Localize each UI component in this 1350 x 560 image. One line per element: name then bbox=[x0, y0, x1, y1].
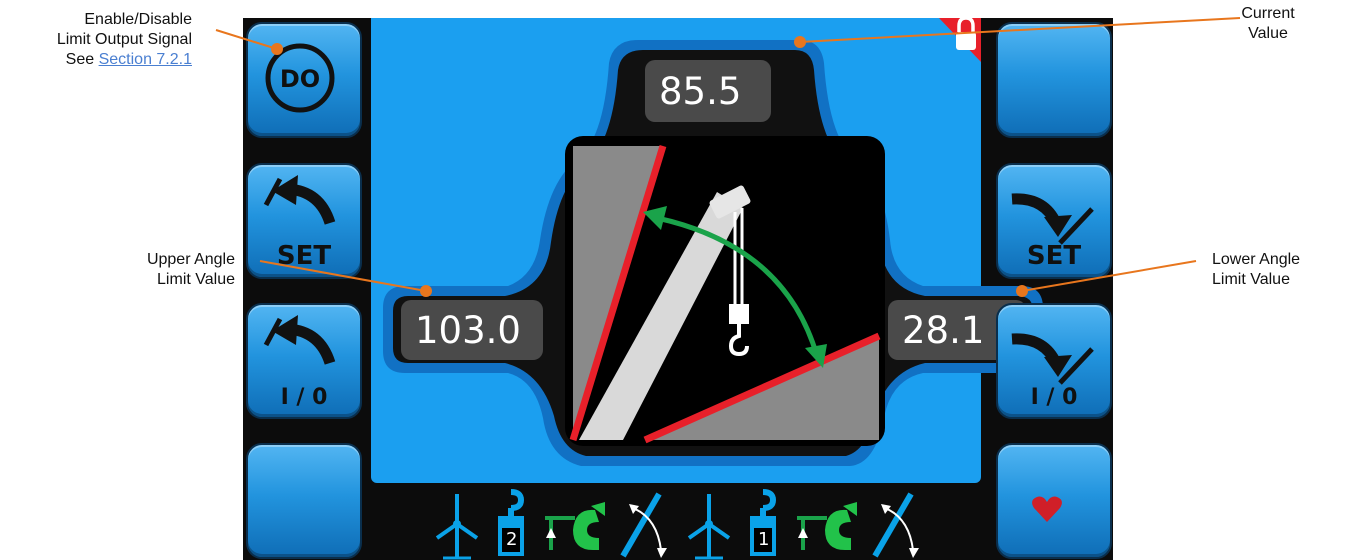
set-lower-label: SET bbox=[1026, 241, 1082, 271]
toggle-lower-label: I / 0 bbox=[1030, 385, 1078, 410]
set-upper-limit-button[interactable]: SET bbox=[246, 163, 362, 279]
boom-angle-icon bbox=[620, 492, 667, 558]
current-value-line-1: Current bbox=[1241, 5, 1295, 22]
current-value-line-2: Value bbox=[1248, 25, 1288, 42]
device-screen: 85.5 103.0 28.1 DO SET I / 0 SET I / 0 2… bbox=[243, 18, 1113, 560]
hook-lift-icon bbox=[797, 502, 857, 550]
lower-angle-line-2: Limit Value bbox=[1212, 271, 1290, 288]
status-bar: 2 1 bbox=[423, 488, 963, 560]
enable-disable-line-2: Limit Output Signal bbox=[56, 31, 192, 48]
boom-angle-icon bbox=[872, 492, 919, 558]
current-value-callout: Current Value bbox=[1228, 4, 1308, 44]
wind-turbine-icon bbox=[435, 494, 479, 560]
hoist-count-1: 2 bbox=[506, 529, 518, 550]
toggle-upper-limit-button[interactable]: I / 0 bbox=[246, 303, 362, 419]
set-upper-label: SET bbox=[276, 241, 332, 271]
toggle-upper-label: I / 0 bbox=[280, 385, 328, 410]
right-top-blank-button[interactable] bbox=[996, 22, 1112, 138]
do-label: DO bbox=[279, 65, 321, 93]
limit-output-toggle-button[interactable]: DO bbox=[246, 22, 362, 138]
enable-disable-callout: Enable/Disable Limit Output Signal See S… bbox=[0, 10, 192, 70]
current-value-text: 85.5 bbox=[659, 69, 742, 113]
hoist-count-2: 1 bbox=[758, 529, 770, 550]
toggle-lower-limit-button[interactable]: I / 0 bbox=[996, 303, 1112, 419]
upper-angle-limit-box: 103.0 bbox=[401, 300, 543, 360]
enable-disable-line-1: Enable/Disable bbox=[84, 11, 192, 28]
lock-icon bbox=[939, 18, 981, 62]
left-blank-button[interactable] bbox=[246, 443, 362, 559]
upper-angle-limit-text: 103.0 bbox=[415, 308, 521, 352]
lower-angle-callout: Lower Angle Limit Value bbox=[1212, 250, 1322, 290]
angle-limit-graphic bbox=[565, 136, 885, 446]
upper-angle-callout: Upper Angle Limit Value bbox=[90, 250, 235, 290]
upper-angle-line-1: Upper Angle bbox=[146, 251, 235, 268]
heart-icon bbox=[1032, 496, 1062, 522]
hook-lift-icon bbox=[545, 502, 605, 550]
set-lower-limit-button[interactable]: SET bbox=[996, 163, 1112, 279]
section-link[interactable]: Section 7.2.1 bbox=[99, 51, 192, 68]
see-prefix: See bbox=[65, 51, 95, 68]
lower-angle-line-1: Lower Angle bbox=[1212, 251, 1301, 268]
see-section-line: See Section 7.2.1 bbox=[0, 50, 192, 70]
current-value-box: 85.5 bbox=[645, 60, 771, 122]
upper-angle-line-2: Limit Value bbox=[157, 271, 235, 288]
wind-turbine-icon bbox=[687, 494, 731, 560]
lower-angle-limit-text: 28.1 bbox=[902, 308, 985, 352]
